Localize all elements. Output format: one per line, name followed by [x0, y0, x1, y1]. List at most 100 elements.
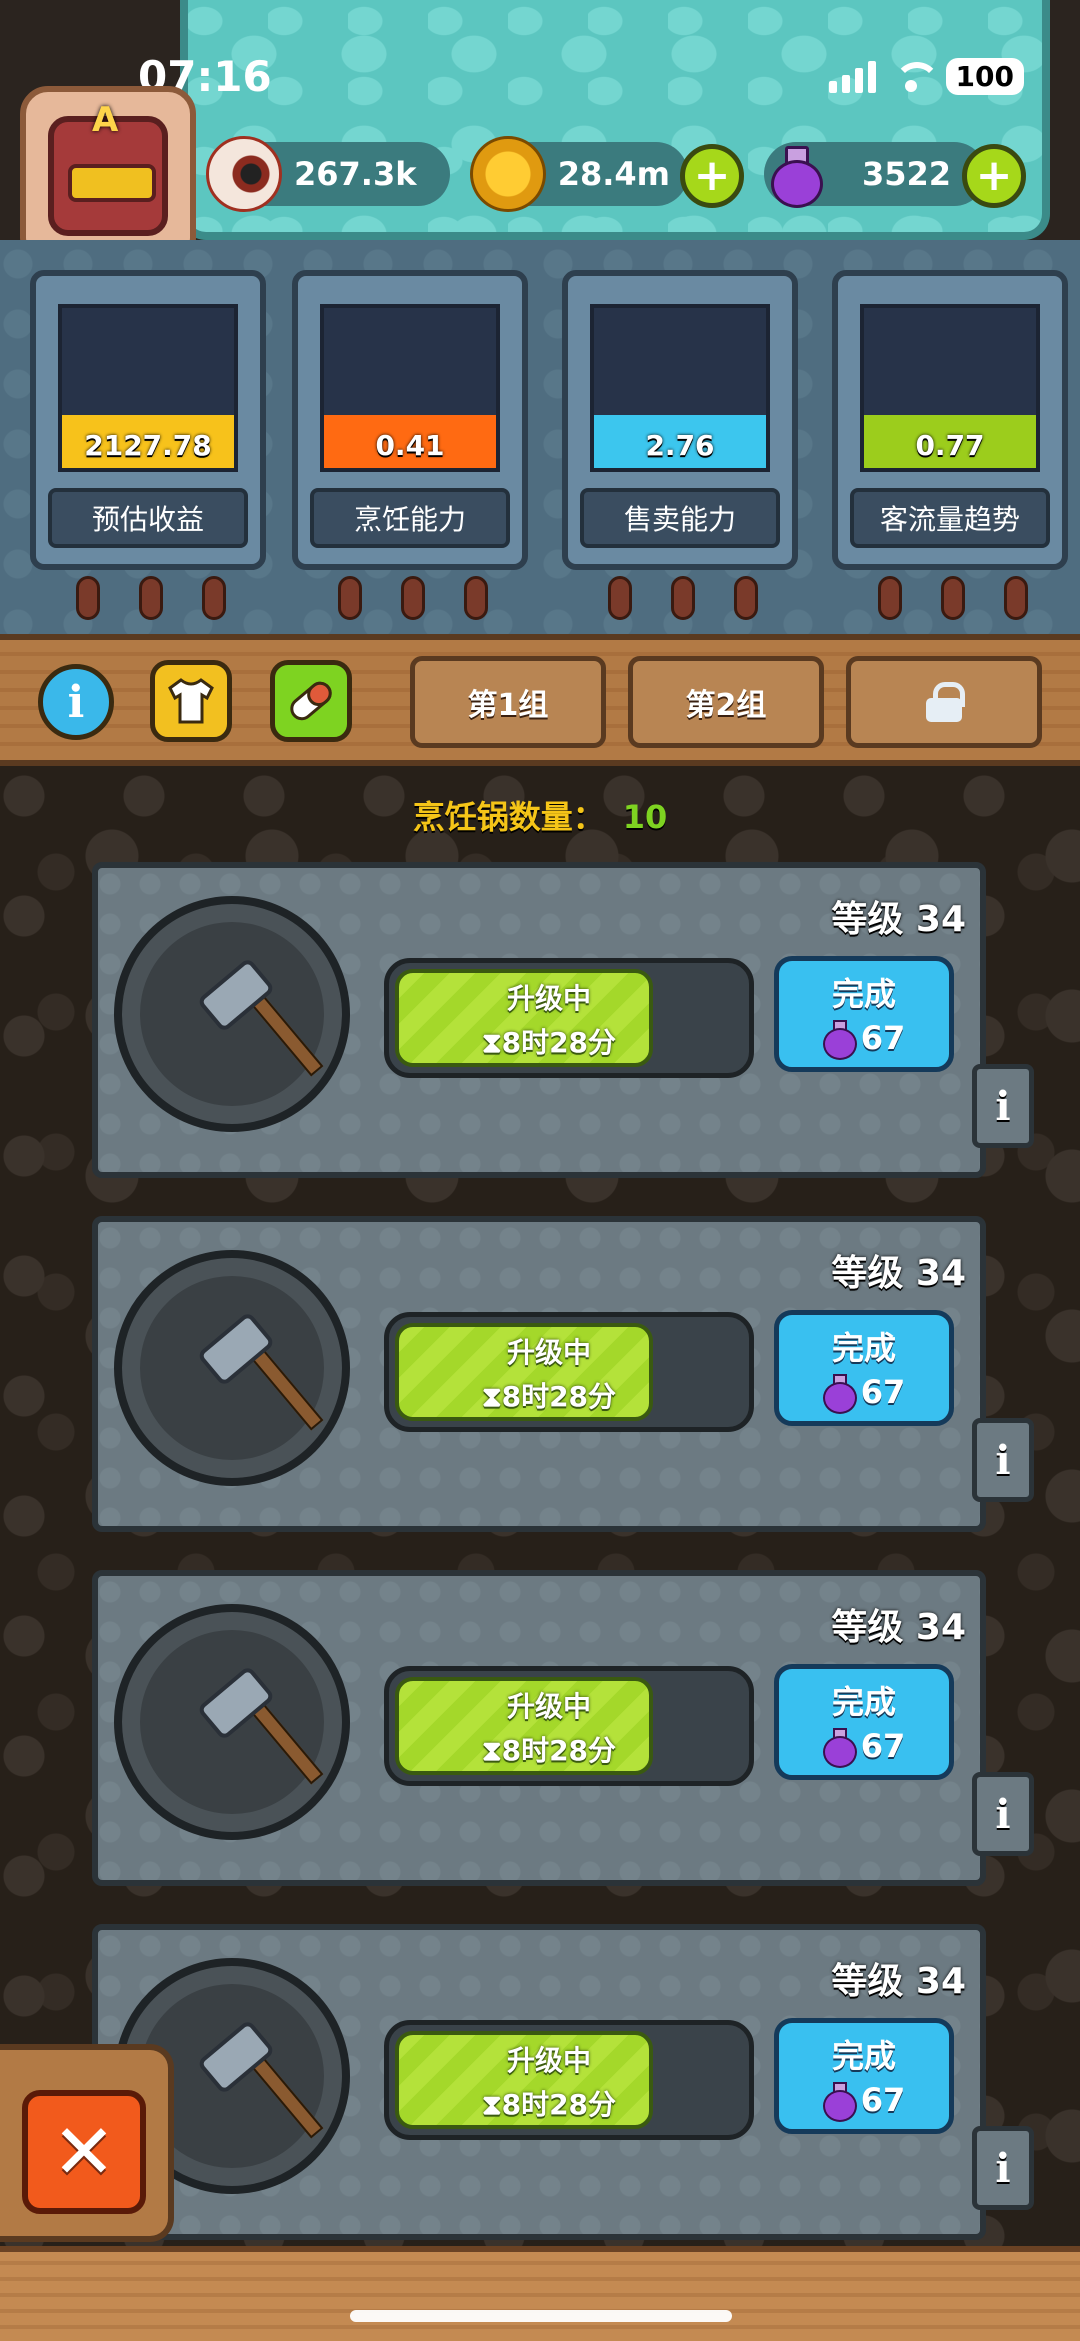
eyes-counter: 267.3k	[206, 136, 450, 212]
stat-screen: 2127.78	[58, 304, 238, 472]
stat-screen: 0.41	[320, 304, 500, 472]
pot-info-button[interactable]: i	[972, 1772, 1034, 1856]
finish-now-button[interactable]: 完成 67	[774, 956, 954, 1072]
stat-screen: 0.77	[860, 304, 1040, 472]
wifi-icon	[892, 61, 940, 92]
info-button[interactable]: i	[38, 664, 114, 740]
upgrade-status: 升级中	[506, 2044, 591, 2077]
pot-level: 等级 34	[831, 899, 966, 940]
wood-floor	[0, 2246, 1080, 2341]
shirt-button[interactable]	[150, 660, 232, 742]
pot-level: 等级 34	[831, 1961, 966, 2002]
status-icons: 100	[828, 58, 1024, 95]
upgrade-progress: 升级中 ⧗8时28分	[384, 1666, 754, 1786]
signal-icon	[828, 60, 876, 93]
add-coins-button[interactable]: +	[680, 144, 744, 208]
stat-tank-selling: 2.76 售卖能力	[562, 270, 798, 620]
close-icon: ✕	[52, 2107, 116, 2196]
tank-legs	[76, 576, 226, 620]
pot-count: 烹饪锅数量： 10	[0, 792, 1080, 838]
tab-group-locked[interactable]	[846, 656, 1042, 748]
upgrade-timer: ⧗8时28分	[481, 1380, 617, 1413]
avatar-letter: A	[92, 100, 119, 140]
pot-info-button[interactable]: i	[972, 2126, 1034, 2210]
cost-value: 67	[860, 1373, 906, 1411]
potion-icon	[822, 2082, 857, 2122]
finish-label: 完成	[831, 975, 896, 1013]
pot-slot[interactable]	[114, 1250, 350, 1486]
finish-label: 完成	[831, 2037, 896, 2075]
eyeball-icon	[206, 136, 282, 212]
upgrade-timer: ⧗8时28分	[481, 1734, 617, 1767]
cost-value: 67	[860, 1019, 906, 1057]
hammer-icon	[192, 974, 302, 1084]
upgrade-progress: 升级中 ⧗8时28分	[384, 958, 754, 1078]
potions-counter: 3522	[764, 142, 986, 208]
tab-group-1[interactable]: 第1组	[410, 656, 606, 748]
finish-cost: 67	[779, 1019, 949, 1060]
finish-label: 完成	[831, 1683, 896, 1721]
coin-icon	[470, 136, 546, 212]
stat-tank-traffic: 0.77 客流量趋势	[832, 270, 1068, 620]
pot-slot[interactable]	[114, 896, 350, 1132]
stat-label: 预估收益	[48, 488, 248, 548]
home-indicator[interactable]	[350, 2310, 732, 2322]
plus-icon: +	[975, 150, 1013, 201]
stat-label: 客流量趋势	[850, 488, 1050, 548]
upgrade-progress: 升级中 ⧗8时28分	[384, 1312, 754, 1432]
upgrade-status: 升级中	[506, 1336, 591, 1369]
tank-legs	[878, 576, 1028, 620]
finish-label: 完成	[831, 1329, 896, 1367]
lock-icon	[926, 682, 965, 722]
stat-tank-cooking: 0.41 烹饪能力	[292, 270, 528, 620]
pot-level: 等级 34	[831, 1607, 966, 1648]
pot-level: 等级 34	[831, 1253, 966, 1294]
avatar-monster-icon: A	[48, 100, 168, 236]
upgrade-progress: 升级中 ⧗8时28分	[384, 2020, 754, 2140]
hammer-icon	[192, 1682, 302, 1792]
battery-indicator: 100	[945, 58, 1024, 95]
coins-value: 28.4m	[557, 155, 670, 193]
upgrade-timer: ⧗8时28分	[481, 2088, 617, 2121]
stat-value: 2127.78	[84, 429, 212, 462]
potion-icon	[756, 136, 832, 212]
tank-legs	[338, 576, 488, 620]
player-avatar[interactable]: A	[20, 86, 196, 266]
pot-count-label: 烹饪锅数量：	[412, 798, 605, 836]
pot-slot[interactable]	[114, 1604, 350, 1840]
finish-cost: 67	[779, 1727, 949, 1768]
hammer-icon	[192, 2036, 302, 2146]
shirt-icon	[168, 678, 214, 724]
upgrade-status: 升级中	[506, 982, 591, 1015]
close-button[interactable]: ✕	[22, 2090, 146, 2214]
finish-cost: 67	[779, 2081, 949, 2122]
hammer-icon	[192, 1328, 302, 1438]
pot-info-button[interactable]: i	[972, 1418, 1034, 1502]
stat-label: 售卖能力	[580, 488, 780, 548]
tank-legs	[608, 576, 758, 620]
eyes-value: 267.3k	[294, 155, 417, 193]
recipe-button[interactable]	[270, 660, 352, 742]
pot-count-value: 10	[622, 798, 668, 836]
stat-value: 0.41	[375, 429, 445, 462]
coins-counter: 28.4m	[470, 136, 688, 212]
finish-now-button[interactable]: 完成 67	[774, 2018, 954, 2134]
pot-card: 等级 34 升级中 ⧗8时28分 完成 67 i	[92, 1216, 1034, 1532]
stat-value: 2.76	[645, 429, 715, 462]
finish-now-button[interactable]: 完成 67	[774, 1310, 954, 1426]
add-potions-button[interactable]: +	[962, 144, 1026, 208]
pot-info-button[interactable]: i	[972, 1064, 1034, 1148]
upgrade-timer: ⧗8时28分	[481, 1026, 617, 1059]
finish-cost: 67	[779, 1373, 949, 1414]
info-icon: i	[67, 676, 85, 728]
pot-card: 等级 34 升级中 ⧗8时28分 完成 67 i	[92, 1570, 1034, 1886]
potion-icon	[822, 1020, 857, 1060]
tab-group-2[interactable]: 第2组	[628, 656, 824, 748]
stat-label: 烹饪能力	[310, 488, 510, 548]
stat-screen: 2.76	[590, 304, 770, 472]
potion-icon	[822, 1728, 857, 1768]
pill-icon	[290, 681, 332, 721]
finish-now-button[interactable]: 完成 67	[774, 1664, 954, 1780]
plus-icon: +	[693, 150, 731, 201]
stat-tank-estimated-revenue: 2127.78 预估收益	[30, 270, 266, 620]
